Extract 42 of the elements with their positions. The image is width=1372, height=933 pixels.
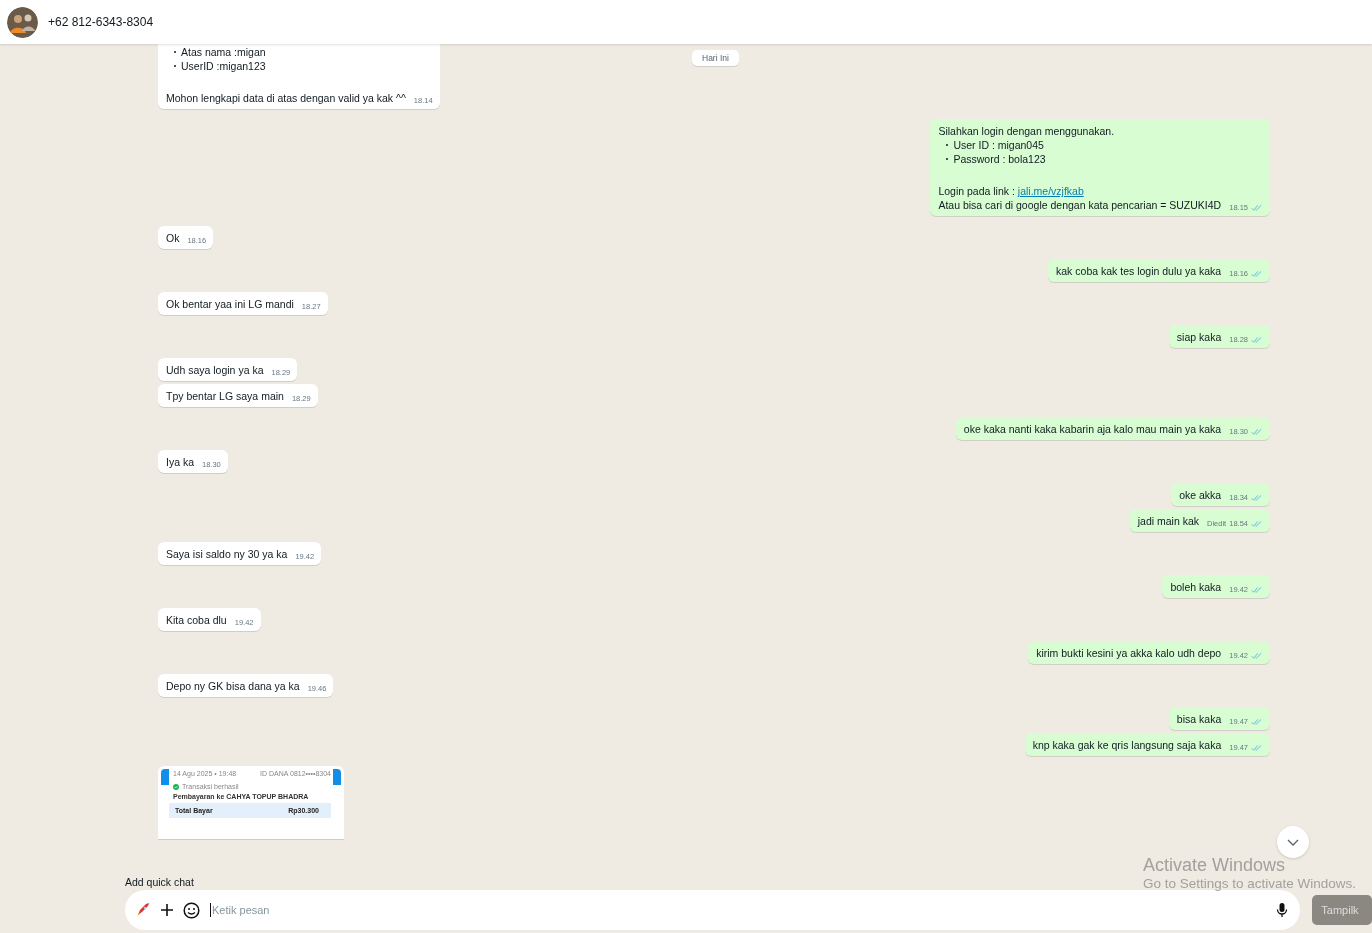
header-strip bbox=[333, 769, 341, 785]
message-text: kak coba kak tes login dulu ya kaka bbox=[1056, 264, 1222, 278]
message-text: Ok bentar yaa ini LG mandi bbox=[166, 297, 294, 311]
contact-name[interactable]: +62 812-6343-8304 bbox=[48, 15, 154, 29]
list-item: Password : bola123 bbox=[953, 152, 1046, 166]
message-text: Kita coba dlu bbox=[166, 613, 227, 627]
rocket-icon[interactable] bbox=[135, 902, 151, 918]
list-item: Atas nama :migan bbox=[181, 45, 266, 59]
plus-icon[interactable] bbox=[161, 904, 173, 916]
date-chip: Hari Ini bbox=[692, 50, 739, 66]
message-text: jadi main kak bbox=[1137, 514, 1200, 528]
header-strip bbox=[161, 769, 169, 785]
microphone-icon[interactable] bbox=[1276, 902, 1289, 918]
message-text: bisa kaka bbox=[1176, 712, 1222, 726]
check-circle-icon bbox=[173, 783, 179, 790]
quick-chat-label[interactable]: Add quick chat bbox=[125, 876, 194, 888]
list-item: User ID : migan045 bbox=[953, 138, 1044, 152]
list-item: UserID :migan123 bbox=[181, 59, 266, 73]
activation-notice-text: Go to Settings to activate Windows. bbox=[1142, 876, 1356, 891]
avatar-icon[interactable] bbox=[7, 6, 38, 38]
chevron-down-icon bbox=[1287, 838, 1299, 846]
message-text: Silahkan login dengan menggunakan. bbox=[938, 124, 1116, 138]
message-text: Udh saya login ya ka bbox=[166, 363, 264, 377]
sticker-icon[interactable] bbox=[183, 901, 200, 919]
message-input[interactable]: Ketik pesan bbox=[210, 903, 1267, 917]
message-text: kirim bukti kesini ya akka kalo udh depo bbox=[1036, 646, 1222, 660]
message-text: boleh kaka bbox=[1170, 580, 1222, 594]
message-text: Tpy bentar LG saya main bbox=[166, 389, 284, 403]
message-text: oke kaka nanti kaka kabarin aja kalo mau main ya kaka bbox=[963, 422, 1222, 436]
message-text: oke akka bbox=[1179, 488, 1222, 502]
message-text: Mohon lengkapi data di atas dengan valid ya kak ^^ bbox=[166, 91, 406, 105]
link[interactable]: jali.me/vzjfkab bbox=[1017, 185, 1084, 197]
message-text: Atau bisa cari di google dengan kata pencarian = SUZUKI4D bbox=[938, 198, 1222, 212]
message-text: Login pada link : jali.me/vzjfkab bbox=[938, 184, 1085, 198]
message-text: Saya isi saldo ny 30 ya ka bbox=[166, 547, 288, 561]
message-composer[interactable]: Ketik pesan bbox=[125, 890, 1301, 930]
message-text: siap kaka bbox=[1176, 330, 1222, 344]
message-text: Iya ka bbox=[166, 455, 194, 469]
activation-notice-title: Activate Windows bbox=[1142, 855, 1286, 876]
message-text: Ok bbox=[166, 231, 180, 245]
message-text: Depo ny GK bisa dana ya ka bbox=[166, 679, 300, 693]
message-text: knp kaka gak ke qris langsung saja kaka bbox=[1032, 738, 1222, 752]
